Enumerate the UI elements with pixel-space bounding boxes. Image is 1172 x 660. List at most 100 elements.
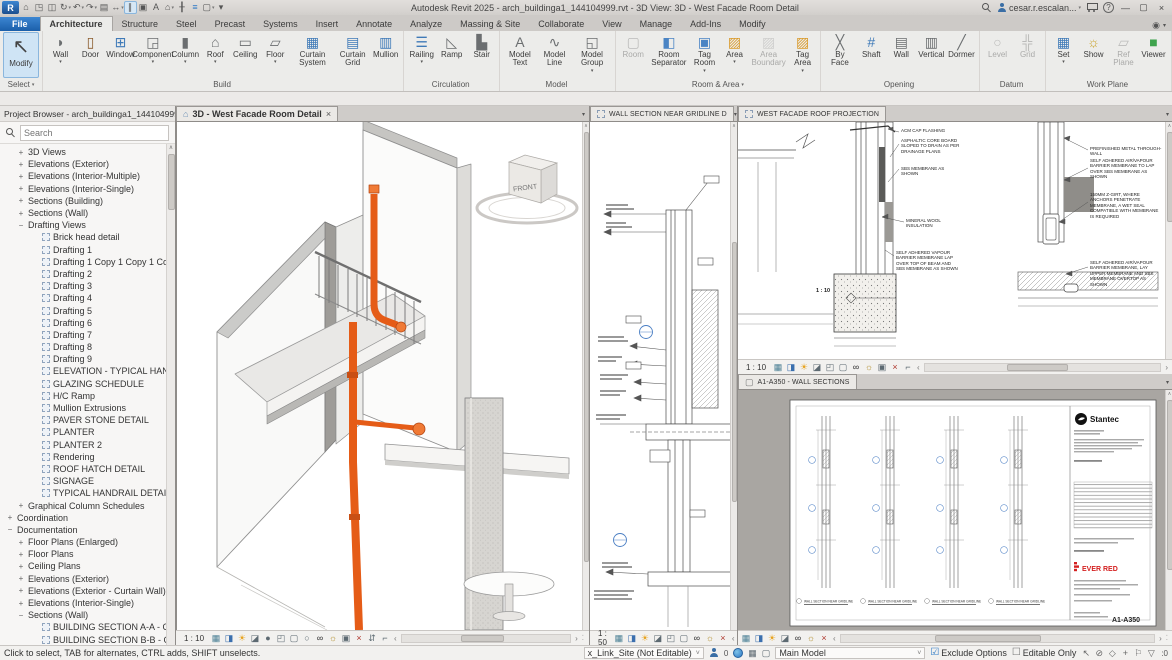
search-icon[interactable] <box>981 2 992 13</box>
rendering-icon[interactable]: ● <box>263 633 273 644</box>
model-text-tool[interactable]: A Model Text <box>503 32 536 78</box>
tree-expander[interactable]: + <box>6 513 14 522</box>
viewer-tool[interactable]: ■ Viewer <box>1139 32 1168 78</box>
shadows-icon[interactable]: ◪ <box>812 362 822 373</box>
tree-item[interactable]: − Documentation <box>0 524 175 536</box>
tree-item[interactable]: Drafting 7 <box>0 329 175 341</box>
tree-item[interactable]: + Elevations (Interior-Single) <box>0 183 175 195</box>
analytical-model-icon[interactable]: × <box>819 633 829 644</box>
vertical-scrollbar[interactable]: ∧ <box>1165 390 1172 630</box>
show-tool[interactable]: ☼ Show <box>1079 32 1108 78</box>
tab-systems[interactable]: Systems <box>254 17 307 31</box>
section-icon[interactable]: ╂ <box>176 1 189 14</box>
section-canvas[interactable] <box>590 122 731 630</box>
tree-item[interactable]: + Coordination <box>0 512 175 524</box>
tab-precast[interactable]: Precast <box>206 17 255 31</box>
ribbon-group-label[interactable]: Build <box>43 78 403 91</box>
close-view-icon[interactable]: × <box>326 109 331 119</box>
tab-list-button[interactable]: ▾ <box>582 111 589 121</box>
component-tool[interactable]: ◲ Component ▾ <box>132 32 173 78</box>
tree-item[interactable]: SIGNAGE <box>0 475 175 487</box>
tab-insert[interactable]: Insert <box>307 17 348 31</box>
shadows-icon[interactable]: ◪ <box>250 633 260 644</box>
tree-expander[interactable]: + <box>17 599 25 608</box>
scroll-right-arrow[interactable]: › <box>573 634 580 643</box>
resize-grip[interactable]: ⁚ <box>1166 634 1170 642</box>
tree-item[interactable]: GLAZING SCHEDULE <box>0 378 175 390</box>
scroll-right-arrow[interactable]: › <box>1157 634 1164 643</box>
sun-path-icon[interactable]: ☀ <box>640 633 650 644</box>
view-tab-3d-west-facade[interactable]: ⌂ 3D - West Facade Room Detail × <box>176 106 339 121</box>
scroll-left-arrow[interactable]: ‹ <box>730 634 737 643</box>
detail-level-icon[interactable]: ▦ <box>773 362 783 373</box>
open-icon[interactable]: ◳ <box>33 1 46 14</box>
ramp-tool[interactable]: ◺ Ramp <box>437 32 466 78</box>
sync-with-central-icon[interactable]: ↻ ▾ <box>59 1 72 14</box>
crop-view-icon[interactable]: ◰ <box>276 633 286 644</box>
tab-architecture[interactable]: Architecture <box>39 16 113 31</box>
visual-style-icon[interactable]: ◨ <box>754 633 764 644</box>
mullion-tool[interactable]: ▥ Mullion <box>371 32 400 78</box>
tree-item[interactable]: Drafting 8 <box>0 341 175 353</box>
sun-path-icon[interactable]: ☀ <box>767 633 777 644</box>
scroll-left-arrow[interactable]: ‹ <box>915 363 922 372</box>
vertical-scrollbar[interactable]: ∧ <box>582 122 589 630</box>
tree-expander[interactable]: + <box>17 160 25 169</box>
displacement-icon[interactable]: ⇵ <box>367 633 377 644</box>
tree-item[interactable]: + Graphical Column Schedules <box>0 499 175 511</box>
room-tool[interactable]: ▢ Room <box>619 32 648 78</box>
show-crop-icon[interactable]: ▢ <box>679 633 689 644</box>
hide-isolate-icon[interactable]: ∞ <box>692 633 702 644</box>
tree-expander[interactable]: + <box>17 501 25 510</box>
crop-view-icon[interactable]: ◰ <box>825 362 835 373</box>
select-underlay-elements-icon[interactable]: ⊘ <box>1094 648 1104 659</box>
temporary-view-properties-icon[interactable]: ▣ <box>341 633 351 644</box>
shadows-icon[interactable]: ◪ <box>653 633 663 644</box>
tree-item[interactable]: Drafting 2 <box>0 268 175 280</box>
close-button[interactable]: × <box>1155 3 1168 13</box>
tree-item[interactable]: Mullion Extrusions <box>0 402 175 414</box>
editable-only-checkbox[interactable]: ☐ Editable Only <box>1012 648 1077 659</box>
print-icon[interactable]: ▤ <box>98 1 111 14</box>
tab-massing-site[interactable]: Massing & Site <box>451 17 529 31</box>
tree-item[interactable]: Drafting 3 <box>0 280 175 292</box>
reveal-hidden-icon[interactable]: ☼ <box>328 633 338 644</box>
detail-level-icon[interactable]: ▦ <box>741 633 751 644</box>
tree-expander[interactable]: + <box>17 172 25 181</box>
search-input[interactable] <box>20 124 169 141</box>
tree-item[interactable]: + Floor Plans (Enlarged) <box>0 536 175 548</box>
vertical-opening-tool[interactable]: ▥ Vertical <box>917 32 946 78</box>
ribbon-display-toggle[interactable]: ◉ <box>1152 20 1160 31</box>
reveal-hidden-icon[interactable]: ☼ <box>864 362 874 373</box>
analytical-model-icon[interactable]: × <box>354 633 364 644</box>
tab-annotate[interactable]: Annotate <box>347 17 401 31</box>
tree-item[interactable]: ELEVATION - TYPICAL HANDRAIL <box>0 365 175 377</box>
select-links-icon[interactable]: ↖ <box>1081 648 1091 659</box>
account-menu[interactable]: cesar.r.escalan... ▾ <box>997 2 1081 13</box>
shared-views-icon[interactable] <box>733 648 744 658</box>
tree-scrollbar[interactable]: ∧ <box>166 144 175 645</box>
tab-add-ins[interactable]: Add-Ins <box>681 17 730 31</box>
view-scale-button[interactable]: 1 : 10 <box>741 362 771 373</box>
reveal-hidden-icon[interactable]: ☼ <box>705 633 715 644</box>
tag-area-tool[interactable]: ▨ Tag Area ▾ <box>788 32 817 78</box>
crop-view-icon[interactable]: ◰ <box>666 633 676 644</box>
vertical-scrollbar[interactable]: ∧ <box>730 122 737 630</box>
window-tool[interactable]: ⊞ Window <box>106 32 135 78</box>
horizontal-scrollbar[interactable] <box>400 633 572 643</box>
tree-expander[interactable]: + <box>17 148 25 157</box>
tree-item[interactable]: Drafting 5 <box>0 304 175 316</box>
show-crop-icon[interactable]: ▢ <box>289 633 299 644</box>
curtain-grid-tool[interactable]: ▤ Curtain Grid <box>335 32 370 78</box>
sheet-canvas[interactable]: WALL SECTION NEAR GRIDLINE WALL SECTION … <box>738 390 1165 630</box>
stair-tool[interactable]: ▙ Stair <box>467 32 496 78</box>
save-icon[interactable]: ◫ <box>46 1 59 14</box>
tree-item[interactable]: + Elevations (Interior-Multiple) <box>0 170 175 182</box>
select-pinned-elements-icon[interactable]: ◇ <box>1107 648 1117 659</box>
tab-collaborate[interactable]: Collaborate <box>529 17 593 31</box>
detail-level-icon[interactable]: ▦ <box>614 633 624 644</box>
model-group-tool[interactable]: ◱ Model Group ▾ <box>572 32 611 78</box>
tree-expander[interactable]: + <box>17 209 25 218</box>
drag-elements-on-selection-icon[interactable]: ⚐ <box>1133 648 1143 659</box>
sun-path-icon[interactable]: ☀ <box>799 362 809 373</box>
